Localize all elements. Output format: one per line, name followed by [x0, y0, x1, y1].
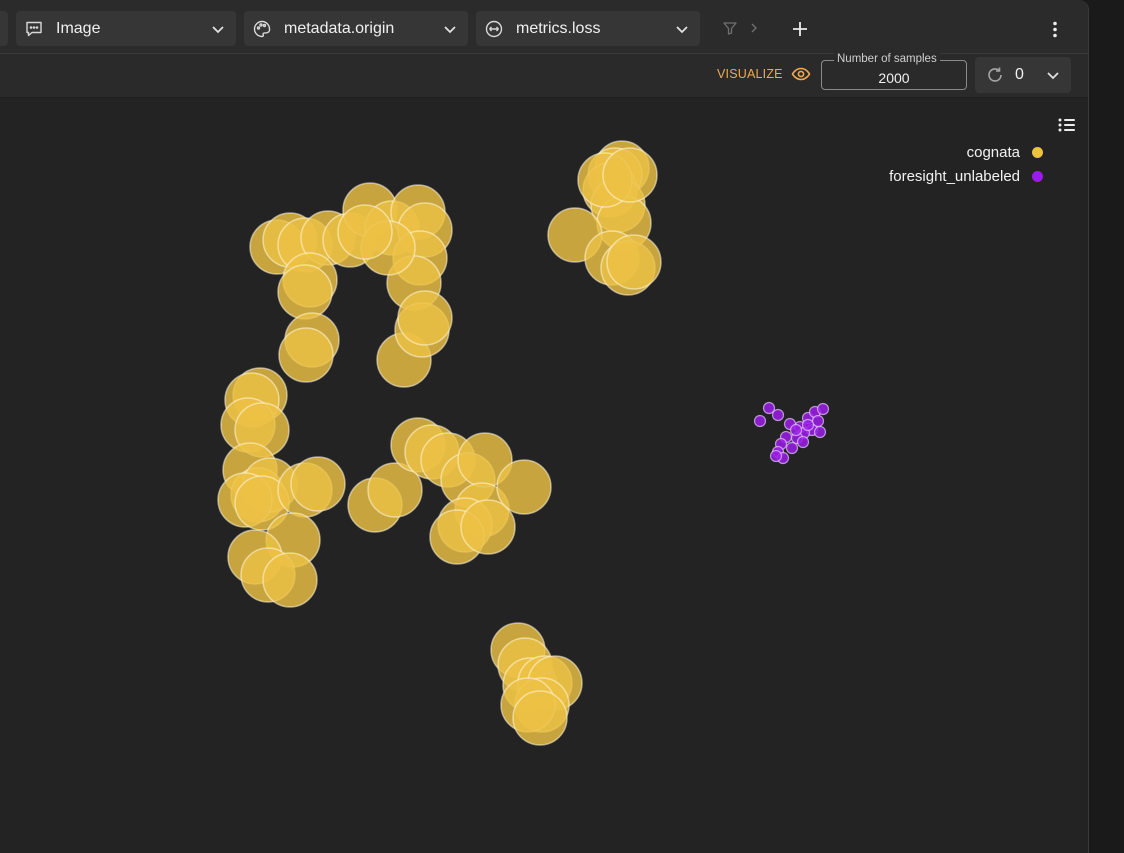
scatter-point-foresight-unlabeled[interactable]	[789, 423, 803, 437]
visualize-button[interactable]: VISUALIZE	[717, 66, 811, 82]
scatter-point-cognata[interactable]	[512, 690, 568, 746]
palette-icon	[252, 19, 272, 39]
legend-item-cognata[interactable]: cognata	[967, 144, 1043, 161]
label-field-dropdown[interactable]: Image	[16, 11, 236, 46]
scatter-point-cognata[interactable]	[262, 552, 318, 608]
chevron-down-icon	[676, 25, 688, 33]
scatter-point-cognata[interactable]	[290, 456, 346, 512]
scatter-point-foresight-unlabeled[interactable]	[801, 418, 815, 432]
chevron-down-icon	[212, 25, 224, 33]
refresh-dropdown[interactable]: 0	[975, 57, 1071, 93]
legend-label: cognata	[966, 144, 1020, 161]
scatter-point-foresight-unlabeled[interactable]	[769, 449, 783, 463]
scatter-point-cognata[interactable]	[277, 264, 333, 320]
number-of-samples-label: Number of samples	[834, 53, 940, 65]
comment-icon	[24, 19, 44, 39]
scatter-point-foresight-unlabeled[interactable]	[771, 408, 785, 422]
legend-label: foresight_unlabeled	[889, 168, 1020, 185]
legend-color-dot	[1032, 147, 1043, 158]
chevron-down-icon	[1047, 72, 1059, 80]
scatter-svg[interactable]	[0, 98, 1088, 853]
label-field-value: Image	[56, 19, 101, 37]
scatter-point-cognata[interactable]	[337, 204, 393, 260]
number-of-samples-field[interactable]: Number of samples 2000	[821, 53, 967, 90]
resize-icon	[484, 19, 504, 39]
legend-color-dot	[1032, 171, 1043, 182]
legend-list-icon[interactable]	[1058, 117, 1076, 138]
scatter-point-cognata[interactable]	[496, 459, 552, 515]
window-edge	[1089, 0, 1124, 853]
scatter-point-foresight-unlabeled[interactable]	[785, 441, 799, 455]
chevron-right-icon[interactable]	[747, 19, 761, 37]
scatter-point-foresight-unlabeled[interactable]	[813, 425, 827, 439]
size-by-value: metrics.loss	[516, 19, 601, 37]
add-icon[interactable]	[788, 17, 812, 41]
scatter-point-foresight-unlabeled[interactable]	[816, 402, 830, 416]
visualize-label: VISUALIZE	[717, 67, 783, 81]
refresh-value: 0	[1015, 66, 1024, 83]
chevron-down-icon	[444, 25, 456, 33]
more-options-icon[interactable]	[1045, 17, 1065, 41]
scatter-point-cognata[interactable]	[278, 327, 334, 383]
toolbar-previous-dropdown-edge[interactable]	[0, 11, 8, 46]
embeddings-scatter-plot[interactable]	[0, 98, 1088, 853]
filter-icon[interactable]	[721, 19, 739, 37]
scatter-point-foresight-unlabeled[interactable]	[753, 414, 767, 428]
scatter-point-cognata[interactable]	[397, 290, 453, 346]
embeddings-panel: Image metadata.origin metrics.loss VISUA…	[0, 0, 1089, 853]
toolbar: Image metadata.origin metrics.loss	[0, 0, 1088, 54]
refresh-icon	[988, 67, 1002, 82]
scatter-point-cognata[interactable]	[606, 234, 662, 290]
legend-item-foresight-unlabeled[interactable]: foresight_unlabeled	[889, 168, 1043, 185]
eye-icon	[791, 67, 811, 81]
scatter-point-foresight-unlabeled[interactable]	[796, 435, 810, 449]
scatter-point-cognata[interactable]	[602, 147, 658, 203]
color-by-dropdown[interactable]: metadata.origin	[244, 11, 468, 46]
number-of-samples-input[interactable]: 2000	[822, 70, 966, 86]
color-by-value: metadata.origin	[284, 19, 395, 37]
size-by-dropdown[interactable]: metrics.loss	[476, 11, 700, 46]
